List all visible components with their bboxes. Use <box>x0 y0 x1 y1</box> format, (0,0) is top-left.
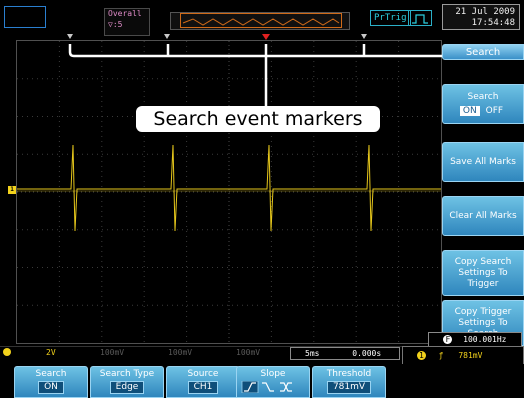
channel-status-bar: 2V 100mV 100mV 100mV 5ms 0.000s <box>0 346 440 360</box>
search-softkey[interactable]: Search ON <box>14 366 88 398</box>
softkey-label: Search <box>35 369 67 379</box>
trigger-readout: 1 ƒ 781mV DC <box>402 346 524 378</box>
callout-label: Search event markers <box>136 106 380 132</box>
menu-item-label: Save All Marks <box>450 156 516 167</box>
horizontal-position-value: 0.000s <box>352 349 382 358</box>
menu-item-label: Clear All Marks <box>449 210 517 221</box>
softkey-label: Source <box>187 369 219 379</box>
timebase-readout: 5ms 0.000s <box>290 347 400 360</box>
oscilloscope-screen: Overall ▽:5 PrTrig 21 Jul 2009 17:54:48 <box>0 0 524 398</box>
falling-slope-icon <box>262 382 274 392</box>
copy-search-to-trigger-button[interactable]: Copy Search Settings To Trigger <box>442 250 524 296</box>
search-type-softkey[interactable]: Search Type Edge <box>90 366 164 398</box>
ch1-position-marker[interactable]: 1 <box>8 186 16 194</box>
trigger-source-badge: 1 <box>417 351 426 360</box>
ch3-scale: 100mV <box>168 348 193 357</box>
softkey-value: Edge <box>109 381 145 394</box>
ch1-scale: 2V <box>46 348 56 357</box>
menu-title: Search <box>442 44 524 60</box>
on-option: ON <box>459 105 480 116</box>
source-softkey[interactable]: Source CH1 <box>166 366 240 398</box>
softkey-label: Slope <box>260 369 286 379</box>
search-on-off-button[interactable]: Search ON OFF <box>442 84 524 124</box>
slope-softkey[interactable]: Slope <box>236 366 310 398</box>
save-all-marks-button[interactable]: Save All Marks <box>442 142 524 182</box>
menu-item-label: Copy Search Settings To Trigger <box>454 256 512 289</box>
timebase-value: 5ms <box>305 349 320 358</box>
trigger-level: 781mV <box>458 351 483 360</box>
softkey-value: CH1 <box>187 381 219 394</box>
rising-edge-icon: ƒ <box>438 351 444 360</box>
ch2-scale: 100mV <box>100 348 125 357</box>
off-option: OFF <box>485 105 504 116</box>
on-off-toggle: ON OFF <box>459 105 506 117</box>
softkey-label: Threshold <box>326 369 372 379</box>
slope-icons <box>237 380 309 394</box>
softkey-value: 781mV <box>326 381 372 394</box>
ch1-badge <box>3 348 11 356</box>
frequency-readout: F 100.001Hz <box>428 332 522 347</box>
threshold-softkey[interactable]: Threshold 781mV <box>312 366 386 398</box>
clear-all-marks-button[interactable]: Clear All Marks <box>442 196 524 236</box>
softkey-value: ON <box>38 381 64 394</box>
softkey-label: Search Type <box>99 369 155 379</box>
bottom-softkeys: Search ON Search Type Edge Source CH1 Sl… <box>0 364 524 398</box>
frequency-value: 100.001Hz <box>463 335 507 344</box>
frequency-badge: F <box>443 335 453 344</box>
menu-item-label: Search <box>467 91 499 102</box>
search-menu: Search Search ON OFF Save All Marks Clea… <box>442 44 524 364</box>
ch4-scale: 100mV <box>236 348 261 357</box>
